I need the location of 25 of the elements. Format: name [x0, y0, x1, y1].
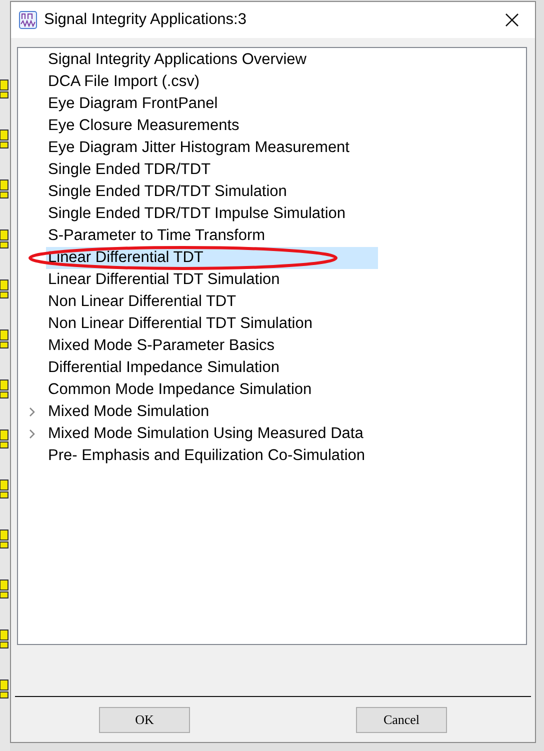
tree-item[interactable]: Mixed Mode Simulation: [46, 401, 212, 423]
tree-item[interactable]: Single Ended TDR/TDT: [46, 159, 213, 181]
tree-item[interactable]: Eye Diagram Jitter Histogram Measurement: [46, 137, 352, 159]
tree-item[interactable]: Single Ended TDR/TDT Impulse Simulation: [46, 203, 348, 225]
waveform-icon: [19, 11, 37, 29]
tree-item[interactable]: Non Linear Differential TDT: [46, 291, 238, 313]
ok-button[interactable]: OK: [99, 707, 190, 733]
tree-item[interactable]: Pre- Emphasis and Equilization Co-Simulation: [46, 445, 368, 467]
chevron-icon[interactable]: [28, 429, 36, 439]
close-icon[interactable]: [505, 13, 519, 27]
tree-item[interactable]: Common Mode Impedance Simulation: [46, 379, 314, 401]
tree-item[interactable]: Single Ended TDR/TDT Simulation: [46, 181, 289, 203]
tree-item[interactable]: DCA File Import (.csv): [46, 71, 202, 93]
tree-item[interactable]: S-Parameter to Time Transform: [46, 225, 268, 247]
tree-item[interactable]: Linear Differential TDT Simulation: [46, 269, 282, 291]
tree-item[interactable]: Mixed Mode S-Parameter Basics: [46, 335, 277, 357]
chevron-icon[interactable]: [28, 407, 36, 417]
tree-item[interactable]: Mixed Mode Simulation Using Measured Data: [46, 423, 366, 445]
tree-item[interactable]: Signal Integrity Applications Overview: [46, 49, 308, 71]
cancel-button[interactable]: Cancel: [356, 707, 447, 733]
tree-item[interactable]: Differential Impedance Simulation: [46, 357, 282, 379]
tree-item[interactable]: Eye Diagram FrontPanel: [46, 93, 220, 115]
window-title: Signal Integrity Applications:3: [44, 11, 248, 29]
tree-item[interactable]: Eye Closure Measurements: [46, 115, 242, 137]
tree-item[interactable]: Non Linear Differential TDT Simulation: [46, 313, 314, 335]
